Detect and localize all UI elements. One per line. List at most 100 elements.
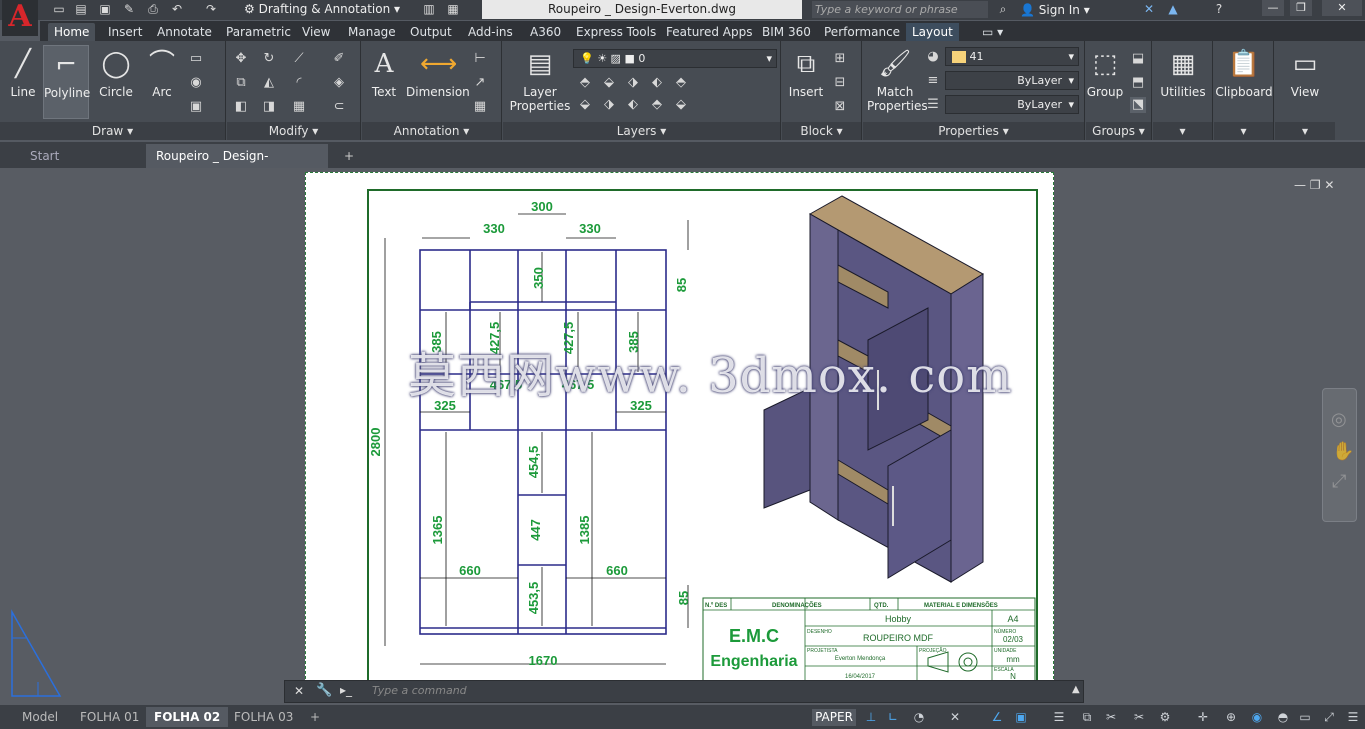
redo-icon[interactable]: ↷	[202, 2, 220, 17]
move-icon[interactable]: ✥	[233, 51, 249, 67]
scale-icon[interactable]: ◨	[261, 99, 277, 115]
tab-performance[interactable]: Performance	[818, 23, 906, 41]
tab-folha-01[interactable]: FOLHA 01	[72, 707, 147, 727]
zoom-icon[interactable]: ⤢	[1332, 471, 1346, 492]
units-icon[interactable]: ⊕	[1222, 709, 1240, 725]
polyline-button[interactable]: ⌐ Polyline	[43, 45, 90, 119]
clean-screen-icon[interactable]: ▭	[1296, 709, 1314, 725]
erase-icon[interactable]: ✐	[331, 51, 347, 67]
modify-panel-title[interactable]: Modify ▾	[227, 122, 360, 140]
tab-add-ins[interactable]: Add-ins	[462, 23, 519, 41]
annotation-panel-title[interactable]: Annotation ▾	[362, 122, 501, 140]
steering-wheel-icon[interactable]: ◎	[1331, 409, 1347, 430]
tab-start[interactable]: Start	[20, 144, 144, 168]
exchange-icon[interactable]: ✕	[1140, 2, 1158, 17]
utilities-button[interactable]: ▦ Utilities	[1155, 47, 1211, 99]
workspace-gear-icon[interactable]: ⚙	[1156, 709, 1174, 725]
workspace-select[interactable]: ⚙ Drafting & Annotation ▾	[240, 1, 416, 18]
search-input[interactable]: Type a keyword or phrase	[812, 1, 988, 18]
explode-icon[interactable]: ◈	[331, 75, 347, 91]
layer-tool-icon[interactable]: ⬙	[673, 97, 689, 113]
rotate-icon[interactable]: ↻	[261, 51, 277, 67]
tab-parametric[interactable]: Parametric	[220, 23, 297, 41]
annotation-scale-icon[interactable]: ✂	[1102, 709, 1120, 725]
tab-bim360[interactable]: BIM 360	[756, 23, 817, 41]
trim-icon[interactable]: ⟋	[291, 51, 307, 67]
selection-icon[interactable]: ▣	[1012, 709, 1030, 725]
binoculars-icon[interactable]: ⌕	[994, 2, 1012, 17]
undo-icon[interactable]: ↶	[168, 2, 186, 17]
viewport-controls[interactable]: — ❐ ✕	[1294, 178, 1334, 192]
wrench-icon[interactable]: 🔧	[316, 683, 332, 698]
ortho-icon[interactable]: ∟	[884, 709, 902, 725]
layer-tool-icon[interactable]: ⬗	[625, 75, 641, 91]
annotation-visibility-icon[interactable]: ✂	[1130, 709, 1148, 725]
tab-home[interactable]: Home	[48, 23, 96, 41]
match-properties-button[interactable]: 🖌 Match Properties	[867, 47, 928, 113]
color-dropdown[interactable]: 41 ▾	[945, 47, 1079, 66]
grid-icon[interactable]: ⊥	[862, 709, 880, 725]
tab-manage[interactable]: Manage	[342, 23, 402, 41]
layers-panel-title[interactable]: Layers ▾	[503, 122, 780, 140]
circle-button[interactable]: ◯ Circle	[96, 47, 136, 99]
layer-tool-icon[interactable]: ⬘	[673, 75, 689, 91]
hatch-icon[interactable]: ◉	[188, 75, 204, 91]
leader-icon[interactable]: ↗	[472, 75, 488, 91]
ungroup-icon[interactable]: ⬓	[1130, 51, 1146, 67]
rectangle-icon[interactable]: ▭	[188, 51, 204, 67]
a360-icon[interactable]: ▲	[1164, 2, 1182, 17]
chevron-up-icon[interactable]: ▲	[1072, 684, 1080, 695]
fullscreen-icon[interactable]: ⤢	[1320, 709, 1338, 725]
edit-block-icon[interactable]: ⊟	[832, 75, 848, 91]
paper-space-toggle[interactable]: PAPER	[812, 709, 856, 726]
region-icon[interactable]: ▣	[188, 99, 204, 115]
tab-express-tools[interactable]: Express Tools	[570, 23, 662, 41]
color-wheel-icon[interactable]: ◕	[925, 49, 941, 65]
add-layout-button[interactable]: +	[302, 707, 328, 727]
sign-in-button[interactable]: 👤 Sign In ▾	[1020, 1, 1090, 19]
array-icon[interactable]: ▦	[291, 99, 307, 115]
polar-icon[interactable]: ◔	[910, 709, 928, 725]
fillet-icon[interactable]: ◜	[291, 75, 307, 91]
lineweight-dropdown[interactable]: ByLayer ▾	[945, 95, 1079, 114]
clipboard-expand[interactable]: ▾	[1214, 122, 1273, 140]
linetype-dropdown[interactable]: ByLayer ▾	[945, 71, 1079, 90]
navigation-bar[interactable]: ◎ ✋ ⤢	[1322, 388, 1357, 522]
tab-document[interactable]: Roupeiro _ Design-Everton* ✕	[146, 144, 328, 187]
save-as-icon[interactable]: ✎	[120, 2, 138, 17]
attribute-icon[interactable]: ⊠	[832, 99, 848, 115]
print-icon[interactable]: ⎙	[144, 2, 162, 17]
tab-output[interactable]: Output	[404, 23, 458, 41]
new-tab-button[interactable]: +	[334, 144, 364, 168]
layer-state-icon[interactable]: ▥	[420, 2, 438, 17]
layer-tool-icon[interactable]: ⬘	[577, 75, 593, 91]
annotation-monitor-icon[interactable]: ✛	[1194, 709, 1212, 725]
tab-featured-apps[interactable]: Featured Apps	[660, 23, 758, 41]
layer-tool-icon[interactable]: ⬙	[601, 75, 617, 91]
linetype-icon[interactable]: ☰	[925, 97, 941, 113]
command-input[interactable]: Type a command	[372, 684, 467, 697]
otrack-icon[interactable]: ∠	[988, 709, 1006, 725]
linear-dim-icon[interactable]: ⊢	[472, 51, 488, 67]
layer-tool-icon[interactable]: ⬘	[649, 97, 665, 113]
layer-tool-icon[interactable]: ⬖	[625, 97, 641, 113]
clipboard-button[interactable]: 📋 Clipboard	[1214, 47, 1274, 99]
group-select-icon[interactable]: ⬔	[1130, 97, 1146, 113]
copy-icon[interactable]: ⧉	[233, 75, 249, 91]
tab-insert[interactable]: Insert	[102, 23, 148, 41]
offset-icon[interactable]: ⊂	[331, 99, 347, 115]
app-menu-button[interactable]: A	[2, 0, 38, 36]
customize-icon[interactable]: ☰	[1344, 709, 1362, 725]
tab-model[interactable]: Model	[14, 707, 66, 727]
tab-layout[interactable]: Layout	[906, 23, 959, 41]
properties-icon[interactable]: ▦	[444, 2, 462, 17]
view-button[interactable]: ▭ View	[1277, 47, 1333, 99]
isolate-icon[interactable]: ◉	[1248, 709, 1266, 725]
open-icon[interactable]: ▤	[72, 2, 90, 17]
draw-panel-title[interactable]: Draw ▾	[0, 122, 225, 140]
arc-button[interactable]: ⌒ Arc	[142, 47, 182, 99]
osnap-icon[interactable]: ✕	[946, 709, 964, 725]
layer-tool-icon[interactable]: ⬖	[649, 75, 665, 91]
stretch-icon[interactable]: ◧	[233, 99, 249, 115]
tab-annotate[interactable]: Annotate	[151, 23, 218, 41]
